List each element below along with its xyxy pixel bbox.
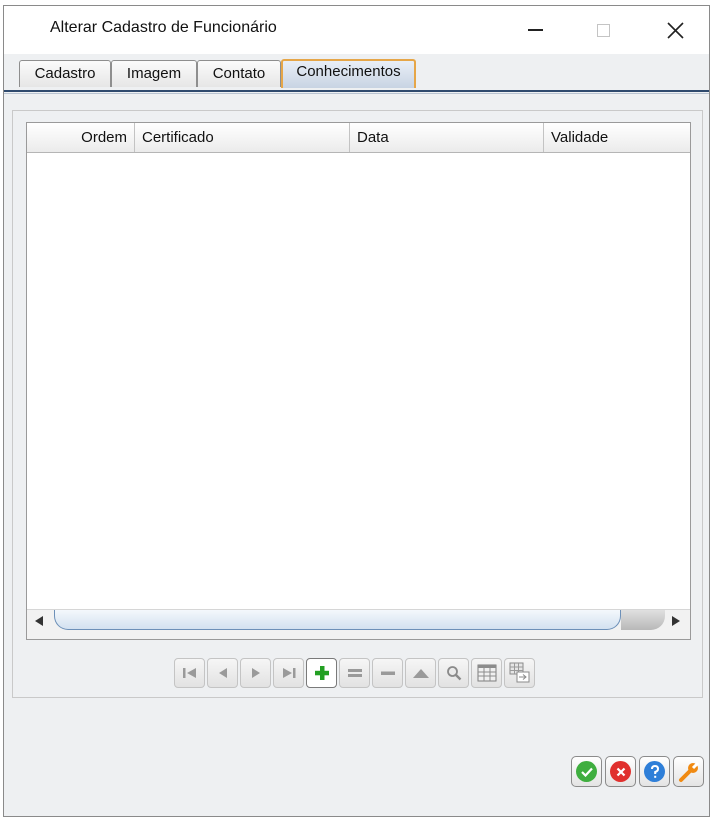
tab-divider-shadow: [4, 93, 709, 94]
help-icon: [644, 761, 665, 782]
export-grid-button[interactable]: [504, 658, 535, 688]
tab-divider: [4, 90, 709, 92]
export-grid-icon: [509, 662, 529, 683]
confirm-icon: [576, 761, 597, 782]
tab-imagem[interactable]: Imagem: [111, 60, 197, 87]
dialog-window: Alterar Cadastro de Funcionário Cadastro…: [3, 5, 710, 817]
insert-record-icon: [314, 666, 329, 680]
column-header-data[interactable]: Data: [350, 123, 544, 152]
edit-record-icon: [347, 669, 362, 677]
minimize-icon: [527, 29, 543, 31]
tab-contato[interactable]: Contato: [197, 60, 281, 87]
conhecimentos-panel: Ordem Certificado Data Validade: [12, 110, 703, 698]
post-record-icon: [412, 669, 429, 678]
next-record-icon: [251, 668, 260, 678]
settings-button[interactable]: [673, 756, 704, 787]
search-record-icon: [446, 666, 461, 681]
close-icon: [666, 21, 684, 39]
edit-record-button[interactable]: [339, 658, 370, 688]
cancel-button[interactable]: [605, 756, 636, 787]
close-button[interactable]: [644, 6, 706, 54]
column-header-ordem[interactable]: Ordem: [27, 123, 135, 152]
tab-strip: Cadastro Imagem Contato Conhecimentos: [4, 54, 709, 90]
maximize-button[interactable]: [572, 6, 634, 54]
last-record-icon: [282, 668, 295, 678]
conhecimentos-grid[interactable]: Ordem Certificado Data Validade: [26, 122, 691, 640]
grid-view-button[interactable]: [471, 658, 502, 688]
first-record-icon: [182, 668, 196, 678]
last-record-button[interactable]: [273, 658, 304, 688]
grid-view-icon: [477, 664, 496, 682]
scroll-right-arrow-icon[interactable]: [672, 616, 680, 626]
scrollbar-thumb[interactable]: [54, 610, 621, 630]
title-bar[interactable]: Alterar Cadastro de Funcionário: [4, 6, 709, 54]
insert-record-button[interactable]: [306, 658, 337, 688]
delete-record-button[interactable]: [372, 658, 403, 688]
maximize-icon: [596, 23, 610, 37]
confirm-button[interactable]: [571, 756, 602, 787]
dialog-action-bar: [571, 756, 704, 787]
tab-cadastro[interactable]: Cadastro: [19, 60, 111, 87]
minimize-button[interactable]: [504, 6, 566, 54]
cancel-icon: [610, 761, 631, 782]
post-record-button[interactable]: [405, 658, 436, 688]
wrench-icon: [678, 761, 699, 782]
next-record-button[interactable]: [240, 658, 271, 688]
prior-record-icon: [218, 668, 227, 678]
scroll-left-arrow-icon[interactable]: [35, 616, 43, 626]
column-header-certificado[interactable]: Certificado: [135, 123, 350, 152]
delete-record-icon: [380, 671, 395, 675]
column-header-validade[interactable]: Validade: [544, 123, 690, 152]
prior-record-button[interactable]: [207, 658, 238, 688]
record-navigator: [174, 658, 535, 690]
first-record-button[interactable]: [174, 658, 205, 688]
window-title: Alterar Cadastro de Funcionário: [50, 19, 277, 36]
search-record-button[interactable]: [438, 658, 469, 688]
grid-header: Ordem Certificado Data Validade: [27, 123, 690, 153]
horizontal-scrollbar[interactable]: [27, 609, 690, 639]
scrollbar-track-end: [621, 610, 665, 630]
help-button[interactable]: [639, 756, 670, 787]
tab-conhecimentos[interactable]: Conhecimentos: [281, 59, 416, 88]
